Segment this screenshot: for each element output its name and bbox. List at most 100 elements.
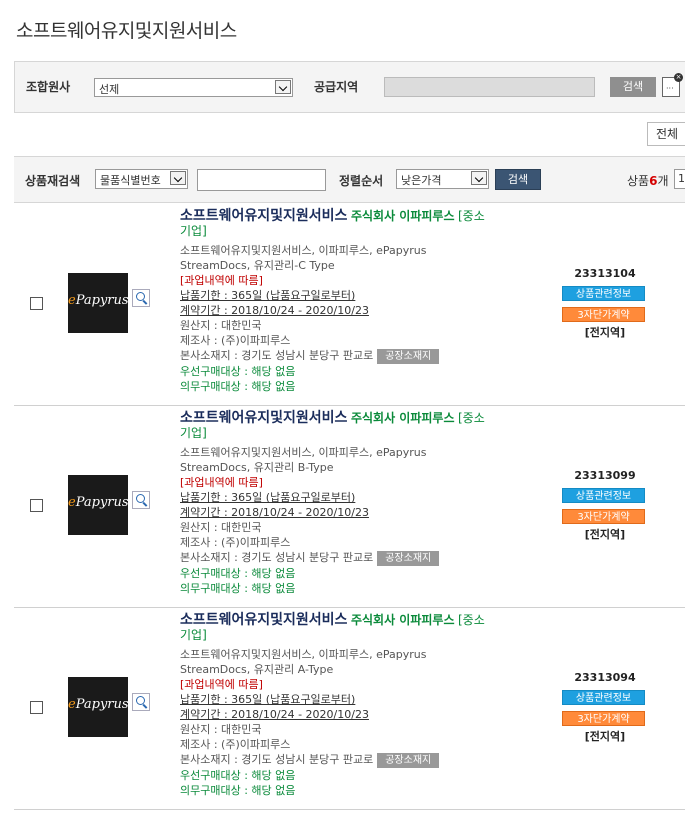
vendor-name: 주식회사 이파피루스 (350, 613, 455, 627)
zoom-icon[interactable] (132, 289, 150, 307)
origin: 원산지 : 대한민국 (180, 319, 262, 332)
product-thumbnail[interactable]: ePapyrus (68, 273, 129, 333)
close-icon: × (674, 73, 683, 82)
org-label: 조합원사 (26, 80, 71, 94)
hq-address: 본사소재지 : 경기도 성남시 분당구 판교로 (180, 551, 374, 564)
zoom-icon[interactable] (132, 491, 150, 509)
org-select[interactable]: 선제 (94, 78, 293, 97)
chevron-down-icon (275, 80, 291, 94)
page-title: 소프트웨어유지및지원서비스 (16, 20, 237, 42)
research-label: 상품재검색 (25, 174, 81, 188)
sort-select-value: 낮은가격 (401, 174, 442, 187)
priority-purchase: 우선구매대상 : 해당 없음 (180, 364, 296, 378)
company-class-cont: 기업] (180, 426, 207, 440)
hq-address: 본사소재지 : 경기도 성남시 분당구 판교로 (180, 753, 374, 766)
product-name-link[interactable]: 소프트웨어유지및지원서비스 (180, 410, 347, 426)
contract-period: 계약기간 : 2018/10/24 - 2020/10/23 (180, 708, 369, 721)
priority-purchase: 우선구매대상 : 해당 없음 (180, 768, 296, 782)
mandatory-purchase: 의무구매대상 : 해당 없음 (180, 581, 296, 595)
sort-select[interactable]: 낮은가격 (396, 169, 489, 189)
manufacturer: 제조사 : (주)이파피루스 (180, 738, 291, 751)
mandatory-purchase: 의무구매대상 : 해당 없음 (180, 379, 296, 393)
clear-region-button[interactable]: × ··· (662, 73, 683, 97)
product-thumbnail[interactable]: ePapyrus (68, 677, 129, 737)
region-label: 공급지역 (314, 80, 359, 94)
manufacturer: 제조사 : (주)이파피루스 (180, 536, 291, 549)
company-class: [중소 (458, 411, 485, 425)
epapyrus-logo: ePapyrus (68, 495, 129, 510)
product-checkbox[interactable] (30, 499, 43, 512)
overcharge-note: [과업내역에 따름] (180, 678, 263, 691)
product-info: 소프트웨어유지및지원서비스 주식회사 이파피루스 [중소 기업] 소프트웨어유지… (180, 209, 540, 394)
mandatory-purchase: 의무구매대상 : 해당 없음 (180, 783, 296, 797)
research-select[interactable]: 물품식별번호 (95, 169, 188, 189)
sort-label: 정렬순서 (339, 174, 384, 188)
delivery-term: 납품기한 : 365일 (납품요구일로부터) (180, 289, 356, 302)
product-number: 23313099 (574, 469, 636, 482)
chevron-down-icon (170, 171, 186, 185)
product-info-button[interactable]: 상품관련정보 (562, 286, 645, 301)
all-button[interactable]: 전체 (647, 122, 685, 146)
origin: 원산지 : 대한민국 (180, 521, 262, 534)
product-number: 23313094 (574, 671, 636, 684)
company-class-cont: 기업] (180, 224, 207, 238)
spec-line-1: 소프트웨어유지및지원서비스, 이파피루스, ePapyrus (180, 244, 427, 257)
product-thumbnail[interactable]: ePapyrus (68, 475, 129, 535)
contract-type-button[interactable]: 3자단가계약 (562, 307, 645, 322)
supply-region: [전지역] (584, 326, 626, 339)
region-input[interactable] (384, 77, 595, 97)
zoom-icon[interactable] (132, 693, 150, 711)
product-count: 상품6개 (627, 174, 669, 188)
manufacturer: 제조사 : (주)이파피루스 (180, 334, 291, 347)
product-name-link[interactable]: 소프트웨어유지및지원서비스 (180, 612, 347, 628)
spec-line-2: StreamDocs, 유지관리 A-Type (180, 663, 334, 676)
company-class-cont: 기업] (180, 628, 207, 642)
product-row: ePapyrus 소프트웨어유지및지원서비스 주식회사 이파피루스 [중소 기업… (14, 405, 685, 608)
delivery-term: 납품기한 : 365일 (납품요구일로부터) (180, 491, 356, 504)
product-name-link[interactable]: 소프트웨어유지및지원서비스 (180, 208, 347, 224)
product-row: ePapyrus 소프트웨어유지및지원서비스 주식회사 이파피루스 [중소 기업… (14, 607, 685, 810)
product-info-button[interactable]: 상품관련정보 (562, 488, 645, 503)
contract-period: 계약기간 : 2018/10/24 - 2020/10/23 (180, 304, 369, 317)
product-info: 소프트웨어유지및지원서비스 주식회사 이파피루스 [중소 기업] 소프트웨어유지… (180, 613, 540, 798)
supply-region: [전지역] (584, 528, 626, 541)
epapyrus-logo: ePapyrus (68, 697, 129, 712)
research-input[interactable] (197, 169, 326, 191)
factory-location-button[interactable]: 공장소재지 (377, 550, 440, 566)
search-panel: 조합원사 선제 공급지역 검색 × ··· (14, 61, 685, 113)
product-info: 소프트웨어유지및지원서비스 주식회사 이파피루스 [중소 기업] 소프트웨어유지… (180, 411, 540, 596)
vendor-name: 주식회사 이파피루스 (350, 411, 455, 425)
hq-address: 본사소재지 : 경기도 성남시 분당구 판교로 (180, 349, 374, 362)
product-checkbox[interactable] (30, 297, 43, 310)
origin: 원산지 : 대한민국 (180, 723, 262, 736)
priority-purchase: 우선구매대상 : 해당 없음 (180, 566, 296, 580)
company-class: [중소 (458, 613, 485, 627)
product-row: ePapyrus 소프트웨어유지및지원서비스 주식회사 이파피루스 [중소 기업… (14, 203, 685, 406)
factory-location-button[interactable]: 공장소재지 (377, 348, 440, 364)
product-checkbox[interactable] (30, 701, 43, 714)
factory-location-button[interactable]: 공장소재지 (377, 752, 440, 768)
contract-period: 계약기간 : 2018/10/24 - 2020/10/23 (180, 506, 369, 519)
epapyrus-logo: ePapyrus (68, 293, 129, 308)
overcharge-note: [과업내역에 따름] (180, 476, 263, 489)
contract-type-button[interactable]: 3자단가계약 (562, 711, 645, 726)
chevron-down-icon (471, 171, 487, 185)
spec-line-2: StreamDocs, 유지관리-C Type (180, 259, 335, 272)
vendor-name: 주식회사 이파피루스 (350, 209, 455, 223)
filter-bar: 상품재검색 물품식별번호 정렬순서 낮은가격 검색 상품6개 1 (14, 156, 685, 203)
page-select[interactable]: 1 (674, 169, 685, 189)
research-select-value: 물품식별번호 (100, 174, 161, 187)
more-icon: ··· (666, 84, 674, 93)
delivery-term: 납품기한 : 365일 (납품요구일로부터) (180, 693, 356, 706)
product-number: 23313104 (574, 267, 636, 280)
spec-line-1: 소프트웨어유지및지원서비스, 이파피루스, ePapyrus (180, 446, 427, 459)
contract-type-button[interactable]: 3자단가계약 (562, 509, 645, 524)
search-button[interactable]: 검색 (610, 77, 656, 97)
product-info-button[interactable]: 상품관련정보 (562, 690, 645, 705)
company-class: [중소 (458, 209, 485, 223)
spec-line-1: 소프트웨어유지및지원서비스, 이파피루스, ePapyrus (180, 648, 427, 661)
filter-search-button[interactable]: 검색 (495, 169, 541, 190)
spec-line-2: StreamDocs, 유지관리 B-Type (180, 461, 334, 474)
overcharge-note: [과업내역에 따름] (180, 274, 263, 287)
org-select-value: 선제 (99, 83, 120, 96)
